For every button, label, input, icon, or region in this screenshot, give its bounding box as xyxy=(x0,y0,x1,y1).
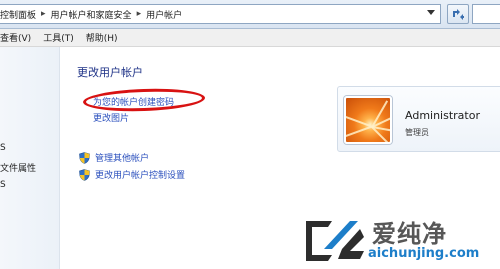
user-role: 管理员 xyxy=(405,128,429,137)
watermark-logo-icon xyxy=(306,221,364,261)
change-picture-link[interactable]: 更改图片 xyxy=(93,111,129,124)
left-nav-pane: S 文件属性 S xyxy=(0,47,60,269)
breadcrumb-separator[interactable]: ▸ xyxy=(39,9,48,19)
avatar-flower-petal xyxy=(346,126,373,138)
avatar[interactable] xyxy=(344,96,392,144)
manage-other-accounts-link[interactable]: 管理其他帐户 xyxy=(95,151,149,164)
uac-shield-icon xyxy=(79,168,90,181)
left-nav-item-file-properties[interactable]: 文件属性 xyxy=(0,161,60,174)
search-input[interactable] xyxy=(472,4,500,24)
left-nav-item[interactable]: S xyxy=(0,180,60,190)
avatar-flower-petal xyxy=(346,115,373,128)
menu-view[interactable]: 查看(V) xyxy=(0,31,37,44)
manage-other-accounts-item[interactable]: 管理其他帐户 xyxy=(79,151,149,164)
menu-tools[interactable]: 工具(T) xyxy=(37,31,80,44)
breadcrumb[interactable]: 控制面板 ▸ 用户帐户和家庭安全 ▸ 用户帐户 xyxy=(0,4,441,24)
breadcrumb-user-accounts[interactable]: 用户帐户 xyxy=(143,8,185,21)
page-title: 更改用户帐户 xyxy=(77,66,143,79)
watermark-text: 爱纯净 xyxy=(372,220,447,248)
uac-settings-link[interactable]: 更改用户帐户控制设置 xyxy=(95,168,185,181)
breadcrumb-user-family-safety[interactable]: 用户帐户和家庭安全 xyxy=(48,8,135,21)
chevron-down-icon[interactable] xyxy=(427,10,435,15)
left-nav-item[interactable]: S xyxy=(0,143,60,153)
menu-help[interactable]: 帮助(H) xyxy=(80,31,124,44)
breadcrumb-control-panel[interactable]: 控制面板 xyxy=(0,8,39,21)
highlight-annotation xyxy=(82,86,206,114)
refresh-button[interactable] xyxy=(447,4,469,24)
breadcrumb-separator[interactable]: ▸ xyxy=(135,9,144,19)
watermark: 爱纯净 aichunjing.com xyxy=(300,213,500,269)
watermark-url: aichunjing.com xyxy=(368,246,480,261)
user-name: Administrator xyxy=(405,109,480,122)
user-account-card: Administrator 管理员 xyxy=(337,86,500,152)
address-bar: 控制面板 ▸ 用户帐户和家庭安全 ▸ 用户帐户 xyxy=(0,0,500,29)
uac-settings-item[interactable]: 更改用户帐户控制设置 xyxy=(79,168,185,181)
uac-shield-icon xyxy=(79,151,90,164)
menu-bar: 查看(V) 工具(T) 帮助(H) xyxy=(0,29,500,47)
refresh-icon xyxy=(453,9,464,20)
